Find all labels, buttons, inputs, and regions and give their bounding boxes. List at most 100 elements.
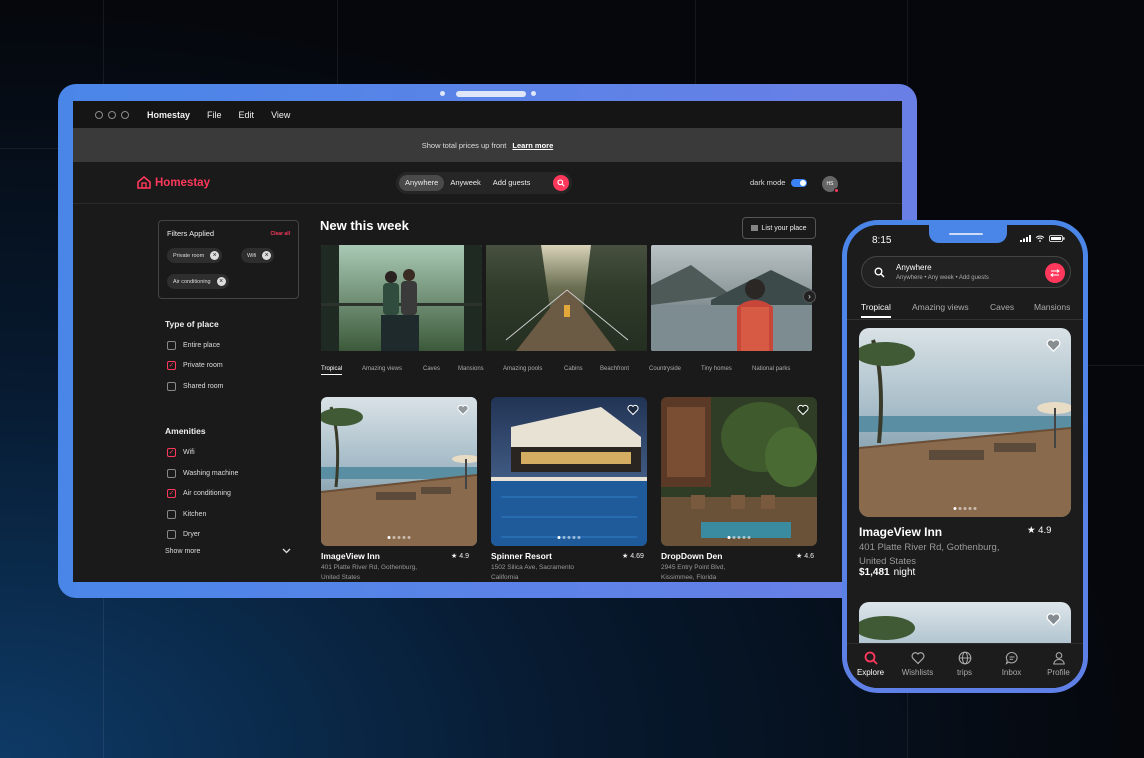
search-anyweek[interactable]: Anyweek xyxy=(444,175,486,191)
checkbox-air-conditioning[interactable]: ✓ Air conditioning xyxy=(167,489,231,498)
nav-profile[interactable]: Profile xyxy=(1035,651,1082,677)
nav-explore[interactable]: Explore xyxy=(847,651,894,677)
checkbox[interactable] xyxy=(167,510,176,519)
phone-screen: 8:15 Anywhere Anywhere • Any week • Add … xyxy=(847,225,1083,688)
close-icon[interactable]: × xyxy=(262,251,272,260)
nav-label: Wishlists xyxy=(901,668,934,677)
heart-icon[interactable] xyxy=(627,404,639,416)
heart-icon xyxy=(911,652,924,665)
checkbox-shared-room[interactable]: Shared room xyxy=(167,382,223,391)
featured-photo-lake[interactable] xyxy=(651,245,812,351)
heart-icon[interactable] xyxy=(797,404,809,416)
phone-tab-amazing-views[interactable]: Amazing views xyxy=(912,302,969,312)
listing-name[interactable]: ImageView Inn xyxy=(321,551,380,561)
category-caves[interactable]: Caves xyxy=(423,366,440,372)
close-icon[interactable]: × xyxy=(216,277,226,286)
category-beachfront[interactable]: Beachfront xyxy=(600,366,629,372)
listing-image[interactable] xyxy=(491,397,647,546)
address-line: Kissimmee, Florida xyxy=(661,574,717,581)
bg-gridline xyxy=(337,0,338,84)
window-controls[interactable] xyxy=(95,110,129,119)
heart-icon[interactable] xyxy=(457,404,469,416)
category-mansions[interactable]: Mansions xyxy=(458,366,484,372)
search-button[interactable] xyxy=(553,175,569,191)
menu-edit[interactable]: Edit xyxy=(239,110,255,120)
chevron-down-icon xyxy=(282,548,291,554)
camera-dot xyxy=(531,91,536,96)
phone-listing-image[interactable] xyxy=(859,328,1071,517)
checkbox-private-room[interactable]: ✓ Private room xyxy=(167,361,223,370)
nav-label: Profile xyxy=(1047,668,1070,677)
category-national-parks[interactable]: National parks xyxy=(752,366,790,372)
phone-tab-caves[interactable]: Caves xyxy=(990,302,1014,312)
checkbox[interactable] xyxy=(167,469,176,478)
listing-address: 1502 Silica Ave, Sacramento California xyxy=(491,563,646,582)
divider xyxy=(847,319,1083,320)
rating-value: 4.6 xyxy=(804,553,814,560)
listing-name[interactable]: DropDown Den xyxy=(661,551,722,561)
logo[interactable]: Homestay xyxy=(137,176,210,189)
listing-image[interactable] xyxy=(321,397,477,546)
checkbox[interactable]: ✓ xyxy=(167,448,176,457)
featured-photo-couple[interactable] xyxy=(321,245,482,351)
search-anywhere[interactable]: Anywhere xyxy=(399,175,445,191)
status-icons xyxy=(1020,235,1065,242)
checkbox-label: Entire place xyxy=(183,342,220,349)
category-tiny-homes[interactable]: Tiny homes xyxy=(701,366,732,372)
learn-more-link[interactable]: Learn more xyxy=(512,141,553,150)
list-icon xyxy=(751,225,759,231)
checkbox-washing-machine[interactable]: Washing machine xyxy=(167,469,238,478)
nav-inbox[interactable]: Inbox xyxy=(988,651,1035,677)
category-amazing-views[interactable]: Amazing views xyxy=(362,366,402,372)
active-tab-indicator xyxy=(861,316,891,318)
phone-tab-mansions[interactable]: Mansions xyxy=(1034,302,1070,312)
checkbox-kitchen[interactable]: Kitchen xyxy=(167,510,206,519)
menu-app[interactable]: Homestay xyxy=(147,110,190,120)
search-add-guests[interactable]: Add guests xyxy=(487,175,537,191)
wifi-icon xyxy=(1035,235,1045,242)
avatar[interactable]: HS xyxy=(822,176,839,193)
phone-tab-tropical[interactable]: Tropical xyxy=(861,302,891,312)
category-countryside[interactable]: Countryside xyxy=(649,366,681,372)
globe-icon xyxy=(958,651,971,665)
close-icon[interactable]: × xyxy=(210,251,220,260)
filter-chip-wifi[interactable]: Wifi × xyxy=(241,248,275,263)
phone-notch xyxy=(929,225,1007,243)
filter-button[interactable] xyxy=(1045,263,1065,283)
checkbox[interactable] xyxy=(167,530,176,539)
listing-rating: ★ 4.69 xyxy=(622,553,644,560)
menu-view[interactable]: View xyxy=(271,110,290,120)
checkbox[interactable] xyxy=(167,382,176,391)
listing-image[interactable] xyxy=(661,397,817,546)
heart-icon[interactable] xyxy=(1046,612,1061,627)
heart-icon[interactable] xyxy=(1046,338,1061,353)
clear-all-button[interactable]: Clear all xyxy=(271,231,290,237)
battery-icon xyxy=(1049,235,1065,242)
address-line: United States xyxy=(321,574,361,581)
phone-listing-name[interactable]: ImageView Inn xyxy=(859,525,942,539)
listing-name[interactable]: Spinner Resort xyxy=(491,551,552,561)
checkbox[interactable]: ✓ xyxy=(167,361,176,370)
checkbox-entire-place[interactable]: Entire place xyxy=(167,341,220,350)
category-tropical[interactable]: Tropical xyxy=(321,366,343,375)
nav-wishlists[interactable]: Wishlists xyxy=(894,651,941,677)
category-amazing-pools[interactable]: Amazing pools xyxy=(503,366,542,372)
chip-label: Private room xyxy=(173,252,205,259)
checkbox-wifi[interactable]: ✓ Wifi xyxy=(167,448,195,457)
dark-mode-toggle[interactable] xyxy=(791,178,808,187)
filter-chip-air-conditioning[interactable]: Air conditioning × xyxy=(167,274,229,289)
phone-search-bar[interactable]: Anywhere Anywhere • Any week • Add guest… xyxy=(861,256,1071,288)
logo-text: Homestay xyxy=(155,176,210,189)
checkbox[interactable] xyxy=(167,341,176,350)
checkbox-dryer[interactable]: Dryer xyxy=(167,530,200,539)
search-bar[interactable]: Anywhere Anyweek Add guests xyxy=(396,172,572,194)
carousel-next-button[interactable]: › xyxy=(803,290,816,303)
show-more-button[interactable]: Show more xyxy=(165,548,291,555)
filter-chip-private-room[interactable]: Private room × xyxy=(167,248,223,263)
category-cabins[interactable]: Cabins xyxy=(564,366,583,372)
featured-photo-bridge[interactable] xyxy=(486,245,647,351)
list-your-place-button[interactable]: List your place xyxy=(742,217,816,239)
nav-trips[interactable]: trips xyxy=(941,651,988,677)
menu-file[interactable]: File xyxy=(207,110,222,120)
checkbox[interactable]: ✓ xyxy=(167,489,176,498)
